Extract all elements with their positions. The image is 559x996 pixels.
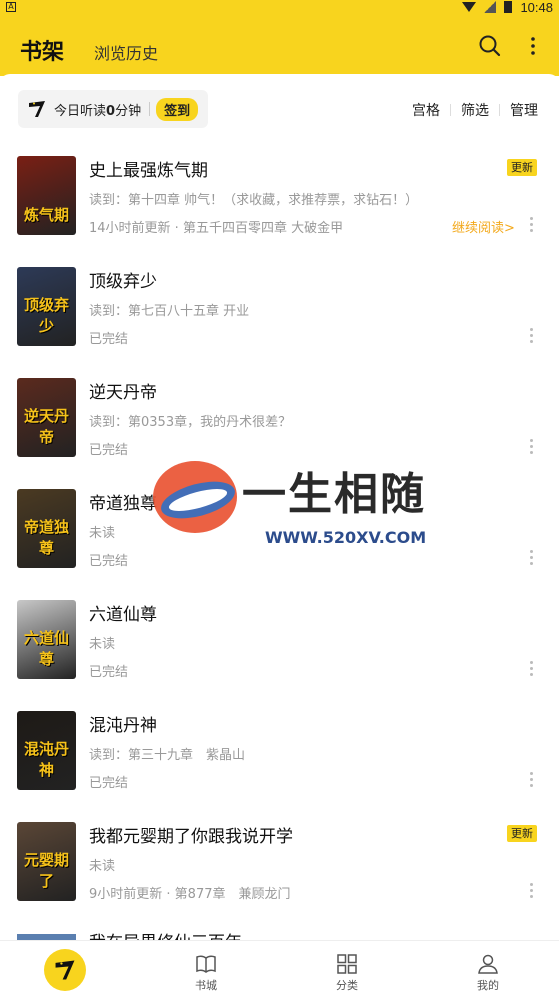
shelf-toolbar: 宫格 筛选 管理 — [412, 100, 538, 120]
book-cover-title: 逆天丹帝 — [23, 407, 69, 446]
wifi-icon — [462, 2, 477, 12]
update-status: 已完结 — [89, 443, 129, 458]
book-cover-title: 帝道独尊 — [23, 518, 69, 557]
battery-icon — [504, 1, 513, 13]
book-cover-title: 炼气期 — [23, 206, 69, 224]
book-title[interactable]: 六道仙尊 — [89, 600, 157, 625]
user-icon — [478, 954, 498, 974]
page-title: 书架 — [20, 40, 65, 65]
tab-label: 分类 — [336, 979, 358, 992]
tab-bookstore[interactable]: 书城 — [166, 941, 246, 996]
book-cover-title: 混沌丹神 — [23, 740, 69, 779]
reading-progress: 未读 — [89, 637, 116, 652]
book-cover-title: 六道仙尊 — [23, 629, 69, 668]
more-options-icon[interactable] — [528, 328, 534, 346]
update-status: 已完结 — [89, 665, 129, 680]
book-title[interactable]: 逆天丹帝 — [89, 378, 157, 403]
continue-reading-link[interactable]: 继续阅读> — [452, 217, 515, 236]
reading-progress: 读到：第七百八十五章 开业 — [89, 304, 250, 319]
app-logo-icon — [29, 101, 45, 117]
divider — [499, 104, 500, 116]
book-title[interactable]: 顶级弃少 — [89, 267, 157, 292]
reading-progress: 未读 — [89, 526, 116, 541]
update-status: 已完结 — [89, 554, 129, 569]
filter-button[interactable]: 筛选 — [461, 100, 489, 120]
book-cover[interactable]: 顶级弃少 — [17, 267, 76, 346]
notification-icon: A — [6, 2, 16, 12]
book-item[interactable]: 混沌丹神 混沌丹神 读到：第三十九章 紫晶山 已完结 — [0, 711, 559, 822]
more-options-icon[interactable] — [528, 550, 534, 568]
grid-view-button[interactable]: 宫格 — [412, 100, 440, 120]
tab-profile[interactable]: 我的 — [448, 941, 528, 996]
reading-progress: 未读 — [89, 859, 116, 874]
listen-time-card: 今日听读0分钟 签到 — [18, 90, 208, 128]
book-icon — [196, 955, 216, 973]
book-title[interactable]: 混沌丹神 — [89, 711, 157, 736]
book-cover-title: 顶级弃少 — [23, 296, 69, 335]
reading-progress: 读到：第三十九章 紫晶山 — [89, 748, 246, 763]
book-title[interactable]: 史上最强炼气期 — [89, 156, 208, 181]
more-options-icon[interactable] — [528, 661, 534, 679]
book-cover-title: 元婴期了 — [23, 851, 69, 890]
status-time: 10:48 — [520, 0, 553, 15]
update-status: 已完结 — [89, 776, 129, 791]
watermark-url: WWW.520XV.COM — [265, 528, 427, 547]
book-item[interactable]: 顶级弃少 顶级弃少 读到：第七百八十五章 开业 已完结 — [0, 267, 559, 378]
more-options-icon[interactable] — [528, 772, 534, 790]
update-status: 14小时前更新 · 第五千四百零四章 大破金甲 — [89, 221, 344, 236]
app-header: 书架 浏览历史 — [0, 14, 559, 76]
app-logo-icon — [55, 960, 75, 980]
status-bar: A 10:48 — [0, 0, 559, 15]
watermark-text: 一生相随 — [242, 469, 426, 520]
tab-label: 书城 — [195, 979, 217, 992]
update-status: 已完结 — [89, 332, 129, 347]
more-options-icon[interactable] — [528, 883, 534, 901]
book-item[interactable]: 元婴期了 我都元婴期了你跟我说开学未读 9小时前更新 · 第877章 兼顾龙门 更新 — [0, 822, 559, 933]
book-item[interactable]: 炼气期 史上最强炼气期读到：第十四章 帅气！（求收藏，求推荐票，求钻石！） 14小时… — [0, 156, 559, 267]
update-status: 9小时前更新 · 第877章 兼顾龙门 — [89, 887, 291, 902]
search-icon[interactable] — [478, 34, 502, 58]
book-item[interactable]: 六道仙尊 六道仙尊 未读 已完结 — [0, 600, 559, 711]
book-title[interactable]: 我都元婴期了你跟我说开学 — [89, 822, 293, 847]
book-cover[interactable]: 逆天丹帝 — [17, 378, 76, 457]
reading-progress: 读到：第0353章，我的丹术很差？ — [89, 415, 292, 430]
divider — [450, 104, 451, 116]
book-title[interactable]: 帝道独尊 — [89, 489, 157, 514]
book-cover[interactable]: 帝道独尊 — [17, 489, 76, 568]
tab-label: 我的 — [477, 979, 499, 992]
tab-bookshelf[interactable] — [40, 941, 120, 996]
tab-category[interactable]: 分类 — [307, 941, 387, 996]
book-cover[interactable]: 混沌丹神 — [17, 711, 76, 790]
tab-browse-history[interactable]: 浏览历史 — [94, 40, 158, 64]
grid-icon — [337, 954, 357, 974]
sign-in-button[interactable]: 签到 — [156, 97, 199, 121]
listen-time-text: 今日听读0分钟 — [54, 103, 142, 119]
book-cover[interactable]: 元婴期了 — [17, 822, 76, 901]
book-cover[interactable]: 炼气期 — [17, 156, 76, 235]
more-options-icon[interactable] — [528, 217, 534, 235]
more-options-icon[interactable] — [528, 439, 534, 457]
update-badge: 更新 — [507, 825, 537, 842]
more-options-icon[interactable] — [526, 34, 540, 58]
reading-progress: 读到：第十四章 帅气！（求收藏，求推荐票，求钻石！） — [89, 193, 419, 208]
signal-icon — [484, 1, 497, 13]
update-badge: 更新 — [507, 159, 537, 176]
book-cover[interactable]: 六道仙尊 — [17, 600, 76, 679]
book-title[interactable]: 我在异界修仙三百年 — [89, 928, 242, 940]
divider — [149, 102, 151, 116]
bottom-tab-bar: 书城 分类 我的 — [0, 940, 559, 996]
manage-button[interactable]: 管理 — [510, 100, 538, 120]
